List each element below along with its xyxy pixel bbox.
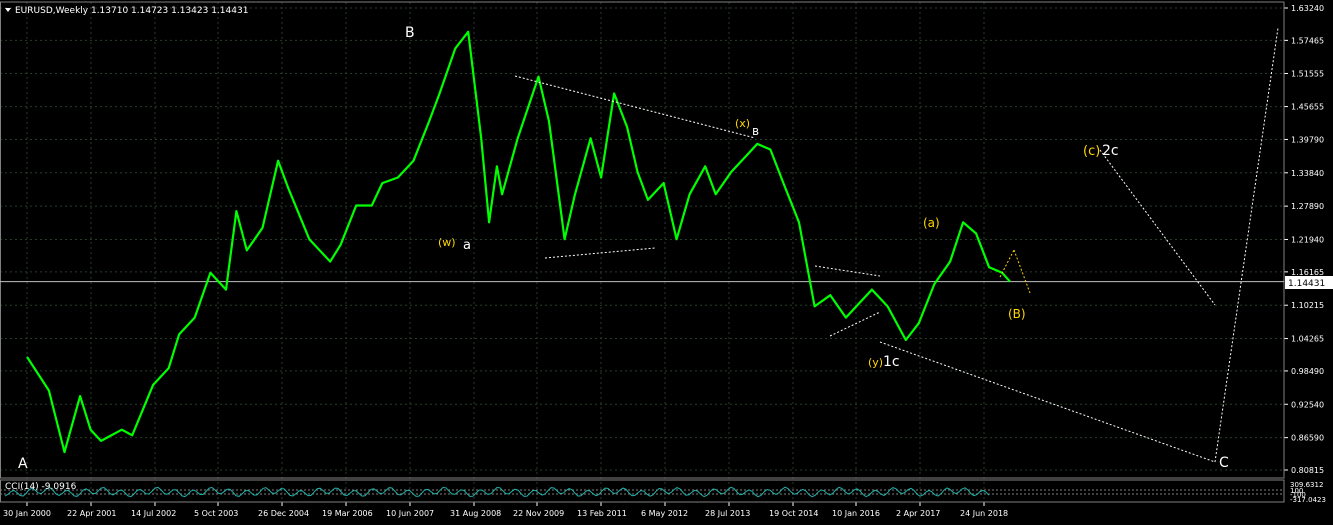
x-tick-label: 19 Oct 2014 <box>769 509 818 518</box>
y-tick-label: 1.63240 <box>1291 4 1324 13</box>
y-tick-label: 1.16165 <box>1291 268 1324 277</box>
wave-label: в <box>752 124 759 138</box>
wave-label: 1c <box>883 354 900 370</box>
x-tick-label: 26 Dec 2004 <box>258 509 309 518</box>
y-tick-label: 1.27890 <box>1291 202 1324 211</box>
symbol-header-text: EURUSD,Weekly 1.13710 1.14723 1.13423 1.… <box>15 6 248 16</box>
indicator-y-label: -317.0423 <box>1290 496 1326 504</box>
wave-label: (x) <box>735 117 750 130</box>
x-tick-label: 24 Jun 2018 <box>960 509 1008 518</box>
x-tick-label: 5 Oct 2003 <box>194 509 238 518</box>
x-tick-label: 30 Jan 2000 <box>3 509 51 518</box>
x-tick-label: 14 Jul 2002 <box>131 509 176 518</box>
x-tick-label: 28 Jul 2013 <box>705 509 750 518</box>
y-tick-label: 0.92540 <box>1291 400 1324 409</box>
wave-label: (w) <box>438 236 456 249</box>
y-tick-label: 1.10215 <box>1291 301 1324 310</box>
x-tick-label: 31 Aug 2008 <box>450 509 501 518</box>
symbol-header: EURUSD,Weekly 1.13710 1.14723 1.13423 1.… <box>5 6 248 16</box>
x-tick-label: 2 Apr 2017 <box>896 509 940 518</box>
x-tick-label: 13 Feb 2011 <box>577 509 627 518</box>
y-tick-label: 0.98490 <box>1291 367 1324 376</box>
wave-label: B <box>405 25 415 41</box>
current-price-text: 1.14431 <box>1288 279 1325 289</box>
y-tick-label: 0.86590 <box>1291 434 1324 443</box>
current-price-label: 1.14431 <box>1285 276 1333 289</box>
chart-canvas[interactable]: 1.63240 1.57465 1.51555 1.45655 1.39790 1.338… <box>0 0 1333 525</box>
x-tick-label: 22 Nov 2009 <box>513 509 564 518</box>
wave-label: (B) <box>1008 307 1026 321</box>
y-tick-label: 1.21940 <box>1291 235 1324 244</box>
y-tick-label: 1.39790 <box>1291 135 1324 144</box>
x-tick-label: 22 Apr 2001 <box>67 509 116 518</box>
y-tick-label: 0.80815 <box>1291 466 1324 475</box>
chart-background <box>0 0 1333 525</box>
wave-label: A <box>18 456 28 472</box>
wave-label: (c) <box>1083 144 1100 159</box>
wave-label: (y) <box>868 356 883 369</box>
y-tick-label: 1.51555 <box>1291 69 1324 78</box>
x-tick-label: 10 Jan 2016 <box>832 509 880 518</box>
wave-label: a <box>463 238 471 253</box>
x-tick-label: 19 Mar 2006 <box>322 509 373 518</box>
wave-label: (a) <box>923 216 940 230</box>
y-tick-label: 1.45655 <box>1291 103 1324 112</box>
wave-label: C <box>1219 455 1229 471</box>
x-tick-label: 6 May 2012 <box>641 509 688 518</box>
y-tick-label: 1.33840 <box>1291 169 1324 178</box>
x-tick-label: 10 Jun 2007 <box>386 509 434 518</box>
y-axis-labels: 1.63240 1.57465 1.51555 1.45655 1.39790 1.338… <box>1291 4 1324 475</box>
indicator-header-text: CCI(14) -9.0916 <box>5 482 77 492</box>
wave-label: 2c <box>1102 143 1119 159</box>
y-tick-label: 1.57465 <box>1291 36 1324 45</box>
y-tick-label: 1.04265 <box>1291 335 1324 344</box>
